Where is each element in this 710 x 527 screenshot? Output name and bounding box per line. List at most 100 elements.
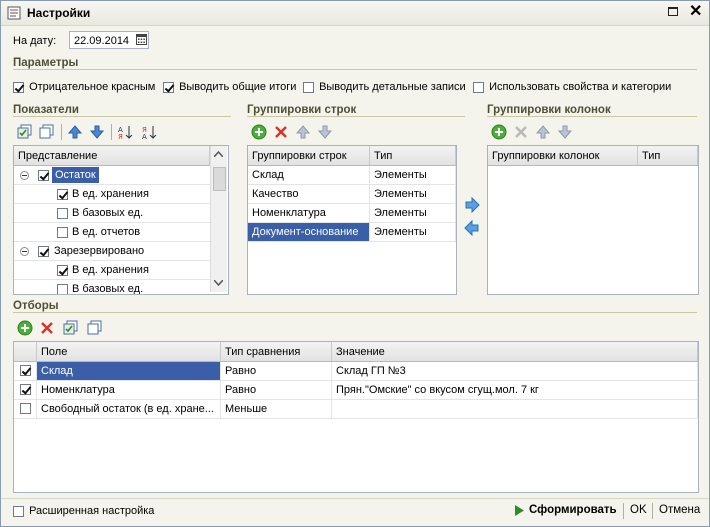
checkbox[interactable]	[57, 189, 68, 200]
group-name: Склад	[248, 166, 370, 184]
tree-item[interactable]: Остаток	[14, 166, 210, 185]
column-header[interactable]: Тип	[370, 146, 456, 166]
footer-separator	[652, 503, 653, 519]
tree-item[interactable]: Зарезервировано	[14, 242, 210, 261]
arrow-left-icon[interactable]	[464, 220, 480, 236]
comparison-cell[interactable]: Равно	[221, 381, 332, 399]
column-header[interactable]: Поле	[37, 342, 221, 362]
field-cell[interactable]: Свободный остаток (в ед. хране...	[37, 400, 221, 418]
vertical-scrollbar[interactable]	[210, 146, 227, 292]
table-row[interactable]: Качество Элементы	[248, 185, 456, 204]
date-label: На дату:	[13, 35, 57, 47]
tree-item[interactable]: В базовых ед.	[14, 204, 210, 223]
add-icon[interactable]	[251, 124, 267, 140]
add-icon[interactable]	[17, 320, 33, 336]
scroll-thumb[interactable]	[213, 167, 226, 191]
field-cell[interactable]: Склад	[37, 362, 221, 380]
value-cell[interactable]: Прян."Омские" со вкусом сгущ.мол. 7 кг	[332, 381, 698, 399]
param-option-details[interactable]: Выводить детальные записи	[303, 81, 466, 93]
column-header[interactable]: Группировки колонок	[488, 146, 638, 166]
param-option-properties[interactable]: Использовать свойства и категории	[473, 81, 671, 93]
move-up-icon[interactable]	[295, 124, 311, 140]
tree-item[interactable]: В ед. хранения	[14, 185, 210, 204]
advanced-settings-toggle[interactable]: Расширенная настройка	[13, 505, 154, 517]
tree-item[interactable]: В базовых ед.	[14, 280, 210, 295]
arrow-right-icon[interactable]	[464, 197, 480, 213]
sort-ascending-icon[interactable]: AЯ	[117, 124, 133, 140]
tree-item-label: В базовых ед.	[72, 283, 144, 295]
calendar-icon[interactable]	[136, 34, 147, 45]
delete-icon[interactable]	[39, 320, 55, 336]
delete-icon[interactable]	[513, 124, 529, 140]
uncheck-all-icon[interactable]	[87, 320, 103, 336]
checkbox[interactable]	[13, 505, 24, 517]
use-cell[interactable]	[14, 362, 37, 380]
scroll-up-icon[interactable]	[214, 151, 223, 157]
checkbox[interactable]	[57, 265, 68, 276]
checkbox[interactable]	[57, 208, 68, 219]
date-input[interactable]: 22.09.2014	[69, 31, 149, 49]
checkbox[interactable]	[13, 81, 24, 93]
checkbox[interactable]	[38, 246, 49, 257]
check-all-icon[interactable]	[17, 124, 33, 140]
move-down-icon[interactable]	[557, 124, 573, 140]
move-down-icon[interactable]	[317, 124, 333, 140]
checkbox[interactable]	[163, 81, 174, 93]
table-row[interactable]: Склад Элементы	[248, 166, 456, 185]
field-cell[interactable]: Номенклатура	[37, 381, 221, 399]
checkbox[interactable]	[20, 403, 31, 414]
column-header[interactable]: Группировки строк	[248, 146, 370, 166]
table-row[interactable]: Документ-основание Элементы	[248, 223, 456, 242]
play-icon	[515, 505, 524, 516]
footer-separator	[1, 498, 709, 499]
sort-descending-icon[interactable]: ЯA	[141, 124, 157, 140]
col-groups-section-title: Группировки колонок	[487, 104, 697, 117]
tree-item-label: Зарезервировано	[54, 245, 145, 257]
uncheck-all-icon[interactable]	[39, 124, 55, 140]
table-row[interactable]: Склад Равно Склад ГП №3	[14, 362, 698, 381]
ok-button[interactable]: OK	[630, 504, 647, 516]
column-header[interactable]: Значение	[332, 342, 698, 362]
close-button[interactable]: ✕	[689, 4, 702, 20]
column-header[interactable]: Представление	[14, 146, 210, 166]
cancel-button[interactable]: Отмена	[659, 504, 700, 516]
move-up-icon[interactable]	[67, 124, 83, 140]
row-groups-table[interactable]: Группировки строк Тип Склад Элементы Кач…	[247, 145, 457, 295]
col-groups-table[interactable]: Группировки колонок Тип	[487, 145, 699, 295]
use-cell[interactable]	[14, 381, 37, 399]
param-option-negative-red[interactable]: Отрицательное красным	[13, 81, 155, 93]
comparison-cell[interactable]: Меньше	[221, 400, 332, 418]
column-header[interactable]: Тип сравнения	[221, 342, 332, 362]
comparison-cell[interactable]: Равно	[221, 362, 332, 380]
table-row[interactable]: Номенклатура Равно Прян."Омские" со вкус…	[14, 381, 698, 400]
value-cell[interactable]	[332, 400, 698, 418]
delete-icon[interactable]	[273, 124, 289, 140]
column-header[interactable]: Тип	[638, 146, 698, 166]
indicators-tree[interactable]: Представление Остаток В ед. хранения В б…	[13, 145, 229, 295]
param-option-totals[interactable]: Выводить общие итоги	[163, 81, 296, 93]
checkbox[interactable]	[38, 170, 49, 181]
scroll-down-icon[interactable]	[214, 280, 223, 286]
filters-table[interactable]: Поле Тип сравнения Значение Склад Равно …	[13, 341, 699, 493]
collapse-icon[interactable]	[20, 171, 29, 180]
use-cell[interactable]	[14, 400, 37, 418]
checkbox[interactable]	[20, 384, 31, 395]
table-row[interactable]: Номенклатура Элементы	[248, 204, 456, 223]
checkbox[interactable]	[57, 227, 68, 238]
collapse-icon[interactable]	[20, 247, 29, 256]
tree-item[interactable]: В ед. отчетов	[14, 223, 210, 242]
value-cell[interactable]: Склад ГП №3	[332, 362, 698, 380]
table-row[interactable]: Свободный остаток (в ед. хране... Меньше	[14, 400, 698, 419]
checkbox[interactable]	[57, 284, 68, 294]
generate-button-label: Сформировать	[529, 504, 617, 516]
group-type: Элементы	[370, 185, 456, 203]
add-icon[interactable]	[491, 124, 507, 140]
tree-item[interactable]: В ед. хранения	[14, 261, 210, 280]
checkbox[interactable]	[303, 81, 314, 93]
maximize-button[interactable]	[668, 7, 678, 16]
check-all-icon[interactable]	[63, 320, 79, 336]
move-up-icon[interactable]	[535, 124, 551, 140]
checkbox[interactable]	[20, 365, 31, 376]
checkbox[interactable]	[473, 81, 484, 93]
move-down-icon[interactable]	[89, 124, 105, 140]
